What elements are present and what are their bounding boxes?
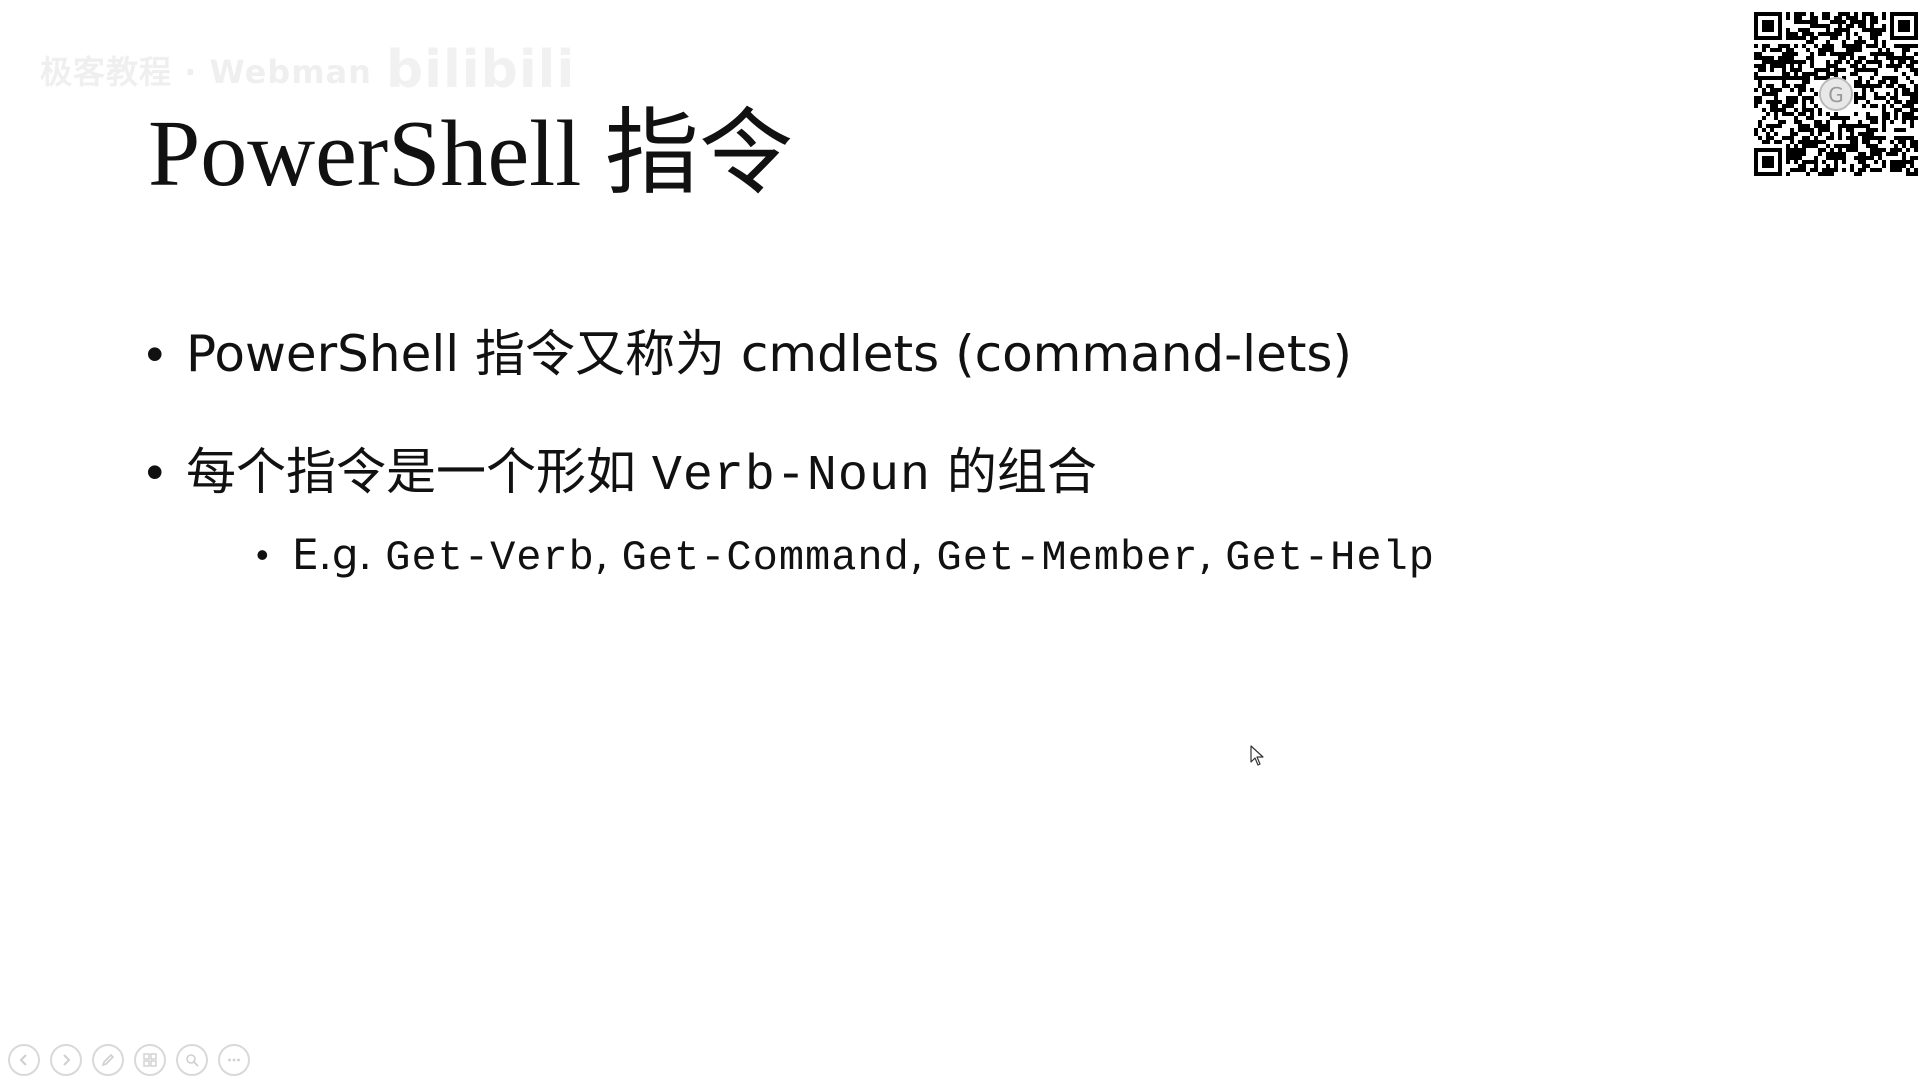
example-get-member: Get-Member [936,534,1199,582]
sub-bullet-list: E.g. Get-Verb, Get-Command, Get-Member, … [186,527,1435,586]
qr-code-icon: G [1754,12,1918,176]
pen-icon [101,1053,115,1067]
more-options-icon [228,1058,240,1062]
next-slide-button[interactable] [50,1044,82,1076]
slideshow-controls [8,1044,250,1076]
bullet-text-prefix: 每个指令是一个形如 [186,443,652,501]
example-get-verb: Get-Verb [385,534,595,582]
slides-grid-icon [143,1053,157,1067]
example-separator: , [909,530,937,579]
mouse-pointer-icon [1250,745,1264,766]
bullet-text-cmdlets: PowerShell 指令又称为 cmdlets (command-lets) [186,325,1352,383]
zoom-button[interactable] [176,1044,208,1076]
slide-title: PowerShell 指令 [148,102,793,206]
example-prefix: E.g. [292,530,386,579]
watermark-brand: bilibili [385,40,576,100]
watermark-text: 极客教程 · Webman [40,53,372,91]
example-separator: , [594,530,622,579]
bullet-item: 每个指令是一个形如 Verb-Noun 的组合 E.g. Get-Verb, G… [146,436,1435,586]
see-all-slides-button[interactable] [134,1044,166,1076]
svg-text:G: G [1828,83,1844,107]
bullet-text-suffix: 的组合 [930,443,1097,501]
next-slide-icon [63,1054,71,1066]
previous-slide-icon [19,1054,27,1066]
pen-tool-button[interactable] [92,1044,124,1076]
presentation-slide: 极客教程 · Webman bilibili PowerShell 指令 G P… [0,0,1920,1080]
video-watermark: 极客教程 · Webman bilibili [40,40,575,100]
more-options-button[interactable] [218,1044,250,1076]
example-get-command: Get-Command [621,534,910,582]
example-separator: , [1198,530,1226,579]
verb-noun-code: Verb-Noun [651,448,931,505]
bullet-item: PowerShell 指令又称为 cmdlets (command-lets) [146,318,1435,390]
previous-slide-button[interactable] [8,1044,40,1076]
example-get-help: Get-Help [1225,534,1435,582]
bullet-list: PowerShell 指令又称为 cmdlets (command-lets) … [146,318,1435,632]
sub-bullet-item: E.g. Get-Verb, Get-Command, Get-Member, … [256,527,1435,586]
zoom-icon [186,1054,199,1067]
